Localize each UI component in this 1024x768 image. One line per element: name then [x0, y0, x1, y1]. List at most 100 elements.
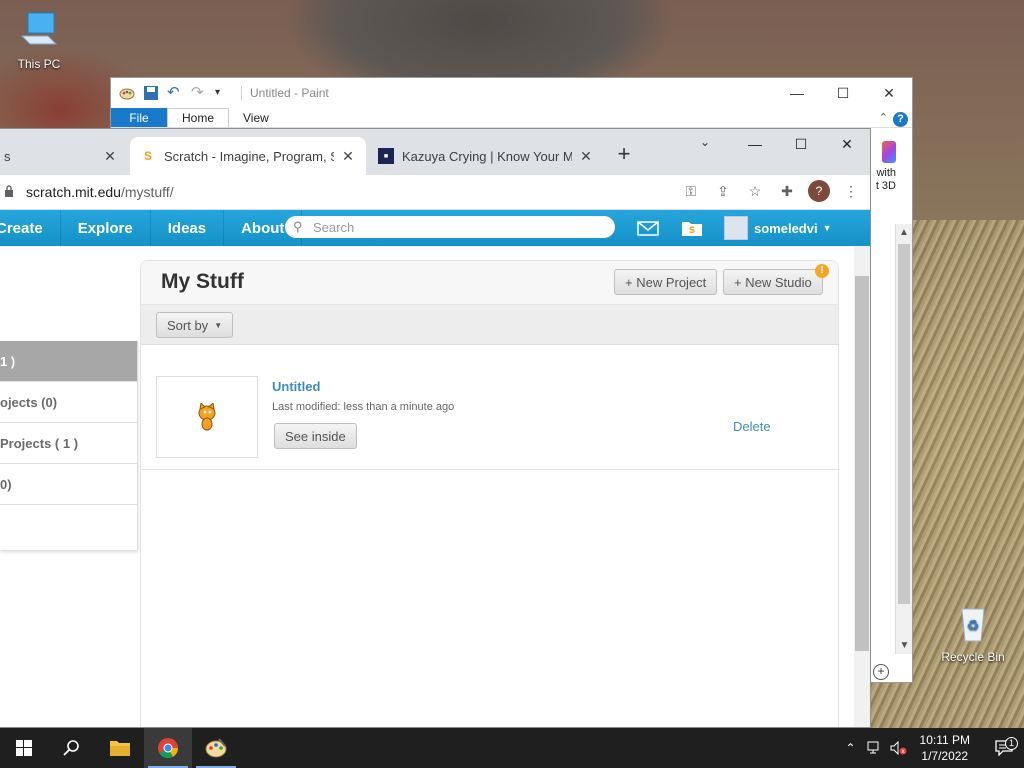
- extensions-puzzle-icon[interactable]: ✚: [776, 178, 798, 204]
- svg-text:x: x: [901, 748, 905, 755]
- nav-ideas[interactable]: Ideas: [151, 210, 225, 246]
- scratch-navbar: Create Explore Ideas About ⚲ Search S so…: [0, 210, 870, 246]
- save-icon[interactable]: [143, 85, 159, 101]
- scratch-cat-icon: [198, 403, 216, 431]
- minimize-icon[interactable]: —: [774, 78, 820, 108]
- chrome-window[interactable]: s ✕ S Scratch - Imagine, Program, Sha ✕ …: [0, 128, 871, 728]
- key-icon[interactable]: ⚿: [680, 178, 702, 204]
- close-tab-icon[interactable]: ✕: [102, 148, 118, 165]
- sidebar-item-label: 0): [0, 476, 12, 492]
- url-host: scratch.mit.edu: [26, 184, 121, 200]
- panel-header: My Stuff + New Project + New Studio !: [141, 261, 838, 305]
- sidebar-item-label: Projects ( 1 ): [0, 435, 79, 451]
- scrollbar-thumb[interactable]: [855, 276, 869, 651]
- browser-tab-scratch[interactable]: S Scratch - Imagine, Program, Sha ✕: [130, 137, 366, 175]
- redo-icon[interactable]: ↷: [191, 85, 207, 101]
- paint-tab-view[interactable]: View: [229, 108, 283, 127]
- sidebar-item-shared-projects[interactable]: ojects (0): [0, 382, 137, 423]
- tab-strip: s ✕ S Scratch - Imagine, Program, Sha ✕ …: [0, 129, 870, 175]
- close-icon[interactable]: ✕: [866, 78, 912, 108]
- page-title: My Stuff: [161, 270, 244, 293]
- windows-taskbar: ⌃ x 10:11 PM 1/7/2022 1: [0, 728, 1024, 768]
- sort-by-label: Sort by: [167, 317, 209, 333]
- clock-date: 1/7/2022: [921, 749, 969, 763]
- share-icon[interactable]: ⇪: [712, 178, 734, 204]
- new-studio-button[interactable]: + New Studio: [723, 269, 823, 295]
- search-icon: ⚲: [293, 219, 303, 234]
- chevron-up-icon[interactable]: ⌃: [879, 111, 888, 124]
- user-menu[interactable]: someledvi ▼: [724, 216, 832, 240]
- browser-tab[interactable]: s ✕: [0, 137, 128, 175]
- scroll-down-icon[interactable]: ▼: [896, 637, 913, 654]
- navbar-right: S someledvi ▼: [636, 210, 832, 246]
- clock[interactable]: 10:11 PM 1/7/2022: [920, 732, 970, 764]
- search-input[interactable]: ⚲ Search: [285, 216, 615, 238]
- project-row: Untitled Last modified: less than a minu…: [141, 346, 840, 470]
- system-tray: ⌃ x 10:11 PM 1/7/2022 1: [840, 728, 1024, 768]
- network-icon[interactable]: [864, 741, 886, 755]
- action-center-button[interactable]: 1: [984, 737, 1024, 756]
- see-inside-button[interactable]: See inside: [274, 423, 357, 449]
- delete-project-link[interactable]: Delete: [733, 419, 771, 434]
- messages-icon[interactable]: [636, 219, 660, 237]
- file-explorer-button[interactable]: [96, 728, 144, 768]
- paint-taskbar-button[interactable]: [192, 728, 240, 768]
- chevron-down-icon: ▼: [822, 223, 832, 233]
- project-title-link[interactable]: Untitled: [272, 379, 320, 394]
- new-project-button[interactable]: + New Project: [614, 269, 718, 295]
- address-bar[interactable]: scratch.mit.edu/mystuff/: [4, 177, 174, 207]
- chrome-taskbar-button[interactable]: [144, 728, 192, 768]
- chevron-down-icon: ▼: [214, 320, 223, 330]
- paint-ribbon-tabs: File Home View: [111, 108, 912, 128]
- search-icon: [63, 740, 79, 756]
- sidebar-item-studios[interactable]: 0): [0, 464, 137, 505]
- undo-icon[interactable]: ↶: [167, 85, 183, 101]
- customize-toolbar-icon[interactable]: ▾: [215, 85, 231, 101]
- lock-icon[interactable]: [4, 184, 18, 200]
- new-tab-icon[interactable]: +: [612, 143, 636, 167]
- browser-tab-kym[interactable]: ■ Kazuya Crying | Know Your Mem ✕: [368, 137, 604, 175]
- desktop-icon-this-pc[interactable]: This PC: [4, 10, 74, 71]
- url-path: /mystuff/: [120, 184, 174, 200]
- username: someledvi: [754, 220, 818, 236]
- maximize-icon[interactable]: ☐: [778, 129, 824, 159]
- nav-explore[interactable]: Explore: [61, 210, 151, 246]
- search-placeholder: Search: [313, 219, 355, 235]
- paint-vertical-scrollbar[interactable]: ▲ ▼: [895, 224, 912, 654]
- zoom-in-icon[interactable]: +: [873, 664, 889, 680]
- help-icon[interactable]: ?: [893, 112, 908, 127]
- sidebar-item-unshared-projects[interactable]: Projects ( 1 ): [0, 423, 137, 464]
- start-button[interactable]: [0, 728, 48, 768]
- close-icon[interactable]: ✕: [824, 129, 870, 159]
- sidebar-item-all-projects[interactable]: 1 ): [0, 341, 137, 382]
- scratch-favicon: S: [143, 149, 152, 163]
- minimize-icon[interactable]: —: [732, 129, 778, 159]
- paint-tab-home[interactable]: Home: [167, 108, 230, 127]
- browser-tab-title: Kazuya Crying | Know Your Mem: [402, 148, 572, 164]
- paint-titlebar[interactable]: ↶ ↷ ▾ Untitled - Paint — ☐ ✕: [111, 78, 912, 108]
- nav-create[interactable]: Create: [0, 210, 61, 246]
- close-tab-icon[interactable]: ✕: [340, 148, 356, 165]
- menu-kebab-icon[interactable]: ⋮: [840, 178, 862, 204]
- bookmark-star-icon[interactable]: ☆: [744, 178, 766, 204]
- page-vertical-scrollbar[interactable]: [854, 246, 870, 727]
- folder-icon: [110, 741, 130, 756]
- scroll-up-icon[interactable]: ▲: [896, 224, 912, 241]
- scrollbar-thumb[interactable]: [898, 244, 910, 604]
- chrome-window-controls: — ☐ ✕: [732, 129, 870, 159]
- project-thumbnail[interactable]: [156, 376, 258, 458]
- profile-avatar[interactable]: ?: [808, 180, 830, 202]
- desktop-icon-recycle-bin[interactable]: ♻ Recycle Bin: [938, 603, 1008, 664]
- toolbar-icons: ⚿ ⇪ ☆ ✚ ? ⋮: [680, 178, 862, 204]
- tab-search-icon[interactable]: ⌄: [700, 135, 710, 149]
- search-button[interactable]: [48, 728, 96, 768]
- paint-tab-file[interactable]: File: [111, 108, 167, 127]
- maximize-icon[interactable]: ☐: [820, 78, 866, 108]
- volume-muted-icon[interactable]: x: [888, 741, 910, 755]
- close-tab-icon[interactable]: ✕: [578, 148, 594, 165]
- paint-3d-text: with t 3D: [875, 167, 896, 192]
- show-hidden-icons-icon[interactable]: ⌃: [840, 741, 862, 755]
- my-stuff-folder-icon[interactable]: S: [680, 219, 704, 237]
- sort-by-dropdown[interactable]: Sort by ▼: [156, 312, 234, 338]
- sidebar-item-label: 1 ): [0, 353, 16, 369]
